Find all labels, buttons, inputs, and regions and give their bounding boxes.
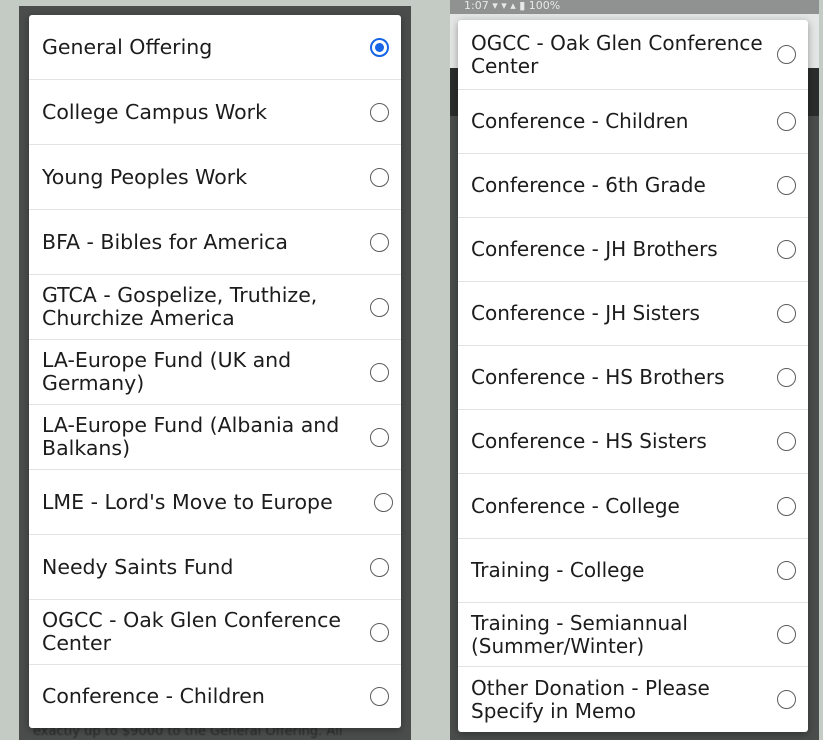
option-other-donation[interactable]: Other Donation - Please Specify in Memo xyxy=(458,667,808,732)
option-bfa[interactable]: BFA - Bibles for America xyxy=(29,210,401,275)
radio-button[interactable] xyxy=(374,492,393,512)
radio-button[interactable] xyxy=(777,690,796,709)
option-conference-children[interactable]: Conference - Children xyxy=(29,665,401,728)
option-label: Needy Saints Fund xyxy=(42,554,234,579)
option-label: LA-Europe Fund (Albania and Balkans) xyxy=(42,413,340,460)
option-conference-college[interactable]: Conference - College xyxy=(458,474,808,539)
option-label: General Offering xyxy=(42,34,213,59)
option-label: Conference - HS Sisters xyxy=(471,429,707,453)
radio-button[interactable] xyxy=(777,625,796,644)
donation-category-dialog-left: General Offering College Campus Work You… xyxy=(29,15,401,728)
radio-button[interactable] xyxy=(777,304,796,323)
option-training-semiannual[interactable]: Training - Semiannual (Summer/Winter) xyxy=(458,603,808,667)
radio-button[interactable] xyxy=(370,557,389,577)
option-conference-hs-sisters[interactable]: Conference - HS Sisters xyxy=(458,410,808,474)
radio-button[interactable] xyxy=(370,687,389,706)
option-label: Conference - HS Brothers xyxy=(471,365,725,389)
option-label: Training - College xyxy=(471,558,645,582)
option-label: College Campus Work xyxy=(42,99,267,124)
option-gtca[interactable]: GTCA - Gospelize, Truthize, Churchize Am… xyxy=(29,275,401,340)
option-label: Training - Semiannual (Summer/Winter) xyxy=(471,610,688,658)
option-label: GTCA - Gospelize, Truthize, Churchize Am… xyxy=(42,283,318,330)
option-conference-hs-brothers[interactable]: Conference - HS Brothers xyxy=(458,346,808,410)
radio-button-selected[interactable] xyxy=(370,37,389,57)
radio-button[interactable] xyxy=(777,176,796,195)
option-label: LME - Lord's Move to Europe xyxy=(42,489,333,514)
option-ogcc[interactable]: OGCC - Oak Glen Conference Center xyxy=(29,600,401,665)
right-phone-screen: 1:07 ▾ ▾ ▴ ▮ 100% OGCC - Oak Glen Confer… xyxy=(450,0,819,740)
option-conference-children[interactable]: Conference - Children xyxy=(458,90,808,154)
option-needy-saints-fund[interactable]: Needy Saints Fund xyxy=(29,535,401,600)
option-college-campus-work[interactable]: College Campus Work xyxy=(29,80,401,145)
option-label: Conference - JH Brothers xyxy=(471,237,718,261)
option-label: Conference - College xyxy=(471,493,680,518)
option-conference-jh-sisters[interactable]: Conference - JH Sisters xyxy=(458,282,808,346)
option-label: Other Donation - Please Specify in Memo xyxy=(471,675,710,723)
option-label: Young Peoples Work xyxy=(42,164,248,189)
radio-button[interactable] xyxy=(370,427,389,447)
radio-button[interactable] xyxy=(370,362,389,382)
option-lme[interactable]: LME - Lord's Move to Europe xyxy=(29,470,401,535)
option-ogcc[interactable]: OGCC - Oak Glen Conference Center xyxy=(458,20,808,90)
radio-button[interactable] xyxy=(777,45,796,64)
option-la-europe-albania-balkans[interactable]: LA-Europe Fund (Albania and Balkans) xyxy=(29,405,401,470)
radio-button[interactable] xyxy=(777,112,796,131)
radio-button[interactable] xyxy=(370,297,389,317)
option-label: BFA - Bibles for America xyxy=(42,229,288,254)
option-young-peoples-work[interactable]: Young Peoples Work xyxy=(29,145,401,210)
option-la-europe-uk-germany[interactable]: LA-Europe Fund (UK and Germany) xyxy=(29,340,401,405)
option-label: Conference - Children xyxy=(471,109,689,133)
donation-category-dialog-right: OGCC - Oak Glen Conference Center Confer… xyxy=(458,20,808,732)
left-phone-screen: exactly up to $9000 to the General Offer… xyxy=(19,6,411,740)
option-label: OGCC - Oak Glen Conference Center xyxy=(471,30,763,78)
radio-button[interactable] xyxy=(370,232,389,252)
radio-button[interactable] xyxy=(777,561,796,580)
option-training-college[interactable]: Training - College xyxy=(458,539,808,603)
option-label: LA-Europe Fund (UK and Germany) xyxy=(42,348,292,395)
radio-button[interactable] xyxy=(777,240,796,259)
radio-button[interactable] xyxy=(777,432,796,451)
option-conference-jh-brothers[interactable]: Conference - JH Brothers xyxy=(458,218,808,282)
option-label: Conference - Children xyxy=(42,684,265,708)
status-bar: 1:07 ▾ ▾ ▴ ▮ 100% xyxy=(450,0,819,14)
option-conference-6th-grade[interactable]: Conference - 6th Grade xyxy=(458,154,808,218)
radio-button[interactable] xyxy=(370,102,389,122)
radio-button[interactable] xyxy=(777,368,796,387)
option-label: Conference - JH Sisters xyxy=(471,301,700,325)
radio-button[interactable] xyxy=(777,496,796,516)
option-general-offering[interactable]: General Offering xyxy=(29,15,401,80)
option-label: OGCC - Oak Glen Conference Center xyxy=(42,608,342,655)
radio-button[interactable] xyxy=(370,622,389,642)
option-label: Conference - 6th Grade xyxy=(471,173,706,197)
radio-button[interactable] xyxy=(370,167,389,187)
